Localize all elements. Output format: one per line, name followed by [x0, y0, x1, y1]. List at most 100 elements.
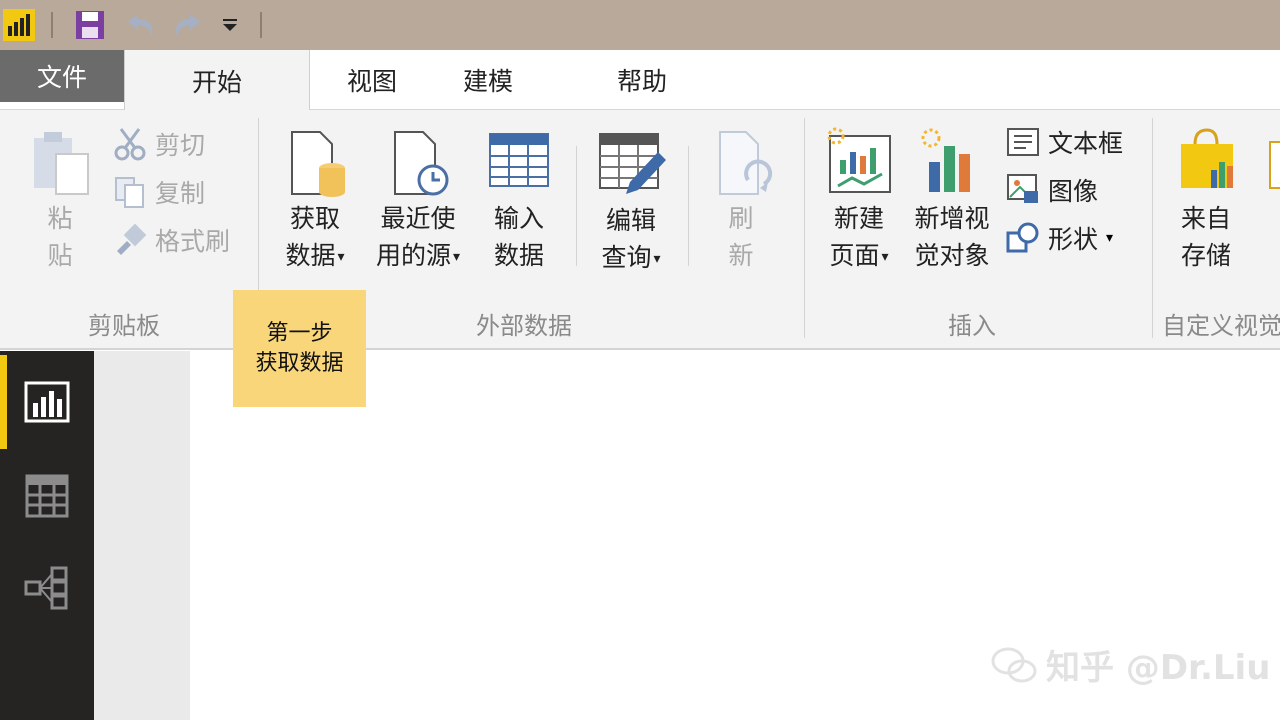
report-view-button[interactable] [0, 355, 94, 449]
recent-sources-label-2: 用的源 ▾ [376, 237, 460, 276]
shapes-icon [1006, 222, 1039, 253]
format-painter-icon [117, 223, 147, 255]
chevron-down-icon: ▾ [1106, 230, 1114, 246]
tab-view[interactable]: 视图 [320, 50, 424, 110]
toolbar-separator [260, 12, 262, 38]
tab-file-label: 文件 [36, 63, 87, 92]
chevron-down-icon: ▾ [337, 248, 345, 265]
external-data-group-label: 外部数据 [476, 312, 572, 340]
chevron-down-icon: ▾ [881, 248, 889, 265]
ribbon-tabs: 文件 开始 视图 建模 帮助 [0, 50, 1280, 111]
enter-data-label-1: 输入 [493, 204, 544, 233]
new-visual-button[interactable]: 新增视 觉对象 [906, 126, 998, 274]
store-bag-icon [1181, 128, 1233, 188]
paste-label-2: 贴 [47, 241, 73, 270]
refresh-label-2: 新 [728, 241, 754, 270]
get-data-button[interactable]: 获取 数据 ▾ [270, 128, 360, 276]
format-painter-button[interactable]: 格式刷 [113, 220, 230, 260]
save-icon[interactable] [72, 8, 108, 42]
watermark-text: 知乎 @Dr.Liu [1046, 648, 1271, 688]
title-bar [0, 0, 1280, 50]
text-box-button[interactable]: 文本框 [1006, 122, 1123, 162]
paste-label-1: 粘 [47, 204, 73, 233]
recent-sources-label-text: 用的源 [375, 241, 451, 270]
tab-file[interactable]: 文件 [0, 50, 124, 102]
new-visual-icon [921, 128, 970, 192]
get-data-label-text: 数据 [285, 241, 336, 270]
customize-dropdown-icon[interactable] [216, 8, 244, 42]
tab-view-label: 视图 [346, 67, 397, 96]
wechat-icon [991, 647, 1037, 682]
button-separator [576, 146, 577, 266]
chevron-down-icon: ▾ [452, 248, 461, 265]
refresh-label-1: 刷 [728, 204, 754, 233]
from-store-button[interactable]: 来自 存储 [1168, 126, 1244, 274]
edit-queries-label-text: 查询 [601, 243, 652, 272]
refresh-button[interactable]: 刷 新 [706, 128, 776, 274]
edit-queries-button[interactable]: 编辑 查询 ▾ [590, 128, 672, 278]
tab-modeling-label: 建模 [462, 67, 513, 96]
clipboard-group-label: 剪贴板 [88, 312, 160, 340]
copy-button[interactable]: 复制 [113, 172, 205, 212]
pages-pane [94, 351, 190, 720]
recent-sources-icon [394, 131, 449, 196]
button-separator [688, 146, 689, 266]
from-store-label-1: 来自 [1180, 204, 1231, 233]
cut-label: 剪切 [155, 131, 206, 160]
recent-sources-button[interactable]: 最近使 用的源 ▾ [366, 128, 470, 276]
report-view-icon [24, 381, 70, 423]
text-box-icon [1007, 128, 1039, 156]
annotation-line-1: 第一步 [266, 320, 333, 346]
insert-group-label: 插入 [948, 312, 996, 340]
new-visual-label-2: 觉对象 [914, 241, 990, 270]
enter-data-label-2: 数据 [493, 241, 544, 270]
refresh-icon [719, 131, 773, 195]
image-label: 图像 [1048, 177, 1099, 206]
copy-icon [115, 177, 144, 208]
left-navigation [0, 351, 94, 720]
enter-data-button[interactable]: 输入 数据 [482, 128, 556, 274]
tab-modeling[interactable]: 建模 [436, 50, 540, 110]
image-icon [1007, 174, 1038, 203]
get-data-icon [291, 131, 345, 197]
new-visual-label-1: 新增视 [914, 204, 990, 233]
toolbar-separator [51, 12, 53, 38]
file-icon [1269, 141, 1280, 189]
new-page-label-1: 新建 [833, 204, 884, 233]
undo-icon[interactable] [120, 8, 160, 42]
tab-help-label: 帮助 [616, 67, 667, 96]
chevron-down-icon: ▾ [653, 250, 661, 267]
data-view-button[interactable] [0, 449, 94, 543]
get-data-label-2: 数据 ▾ [285, 237, 344, 276]
new-page-button[interactable]: 新建 页面 ▾ [818, 126, 900, 276]
from-file-button[interactable] [1262, 140, 1280, 190]
tab-home-label: 开始 [191, 67, 242, 97]
edit-queries-label-1: 编辑 [605, 206, 656, 235]
ribbon-home: 粘 贴 剪切 复制 格式刷 剪贴板 获取 数据 ▾ 最近使 用的源 ▾ 输入 数… [0, 110, 1280, 350]
new-page-label-text: 页面 [829, 241, 880, 270]
annotation-line-2: 获取数据 [255, 350, 344, 376]
relationships-view-button[interactable] [0, 541, 94, 635]
tab-home[interactable]: 开始 [124, 50, 310, 111]
watermark: 知乎 @Dr.Liu [990, 640, 1270, 689]
group-separator [1152, 118, 1153, 338]
redo-icon[interactable] [168, 8, 208, 42]
power-bi-desktop-window: 文件 开始 视图 建模 帮助 粘 贴 剪切 复制 格式刷 剪贴板 获取 数据 ▾… [0, 0, 1280, 720]
edit-queries-label-2: 查询 ▾ [601, 239, 660, 278]
group-separator [804, 118, 805, 338]
cut-button[interactable]: 剪切 [113, 124, 205, 164]
shapes-button[interactable]: 形状 ▾ [1006, 218, 1113, 258]
data-view-icon [25, 474, 69, 518]
table-icon [489, 133, 549, 187]
shapes-label: 形状 [1048, 225, 1099, 254]
paste-icon [34, 132, 89, 195]
powerbi-logo-icon [2, 8, 36, 42]
tab-help[interactable]: 帮助 [590, 50, 694, 110]
recent-sources-label-1: 最近使 [380, 204, 456, 233]
format-painter-label: 格式刷 [155, 227, 231, 256]
copy-label: 复制 [155, 179, 206, 208]
annotation-note: 第一步 获取数据 [233, 290, 366, 407]
new-page-icon [827, 127, 891, 193]
image-button[interactable]: 图像 [1006, 170, 1098, 210]
paste-button[interactable]: 粘 贴 [24, 128, 96, 274]
